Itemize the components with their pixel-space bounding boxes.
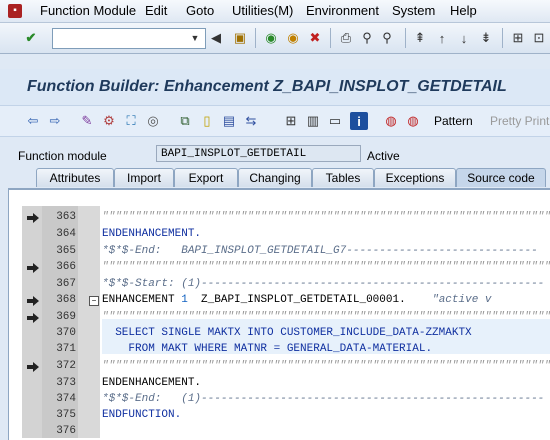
line-number: 372	[56, 360, 76, 372]
title-bar: Function Builder: Enhancement Z_BAPI_INS…	[0, 69, 550, 105]
menu-bar: ▪ Function Module Edit Goto Utilities(M)…	[0, 0, 550, 23]
last-page-icon[interactable]: ⇟	[477, 29, 495, 47]
menu-environment[interactable]: Environment	[306, 3, 379, 18]
line-number: 369	[56, 311, 76, 323]
line-number: 375	[56, 409, 76, 421]
line-number: 363	[56, 211, 76, 223]
menu-system[interactable]: System	[392, 3, 435, 18]
status-text: Active	[367, 149, 400, 163]
where-used-icon[interactable]: ⧉	[176, 112, 194, 130]
back-arrow-icon[interactable]: ◀	[207, 29, 225, 47]
shortcut-icon[interactable]: ⊡	[530, 29, 548, 47]
back-arrow-icon[interactable]: ⇦	[24, 112, 42, 130]
standard-toolbar: ✔ ▼ ◀ ▣ ◉ ◉ ✖ ⎙ ⚲ ⚲ ⇞ ↑ ↓ ⇟ ⊞ ⊡	[0, 23, 550, 54]
line-number: 364	[56, 228, 76, 240]
page-title: Function Builder: Enhancement Z_BAPI_INS…	[27, 78, 507, 95]
line-number: 367	[56, 278, 76, 290]
keyword: ENHANCEMENT	[102, 294, 175, 306]
code-line: """"""""""""""""""""""""""""""""""""""""…	[102, 261, 550, 273]
code-line: """"""""""""""""""""""""""""""""""""""""…	[102, 311, 550, 323]
application-toolbar: ⇦ ⇨ ✎ ⚙ ⛶ ◎ ⧉ ▯ ▤ ⇆ ⊞ ▥ ▭ i ◍ ◍ Pattern …	[0, 105, 550, 137]
tab-import[interactable]: Import	[114, 168, 174, 187]
tab-source-code[interactable]: Source code	[456, 168, 546, 187]
code-line: ENDFUNCTION.	[102, 409, 182, 421]
menu-function-module[interactable]: Function Module	[40, 3, 136, 18]
code-line: ENDENHANCEMENT.	[102, 377, 202, 389]
tab-exceptions[interactable]: Exceptions	[374, 168, 456, 187]
next-page-icon[interactable]: ↓	[455, 29, 473, 47]
enhancement-arrow-icon	[27, 213, 39, 223]
print-icon[interactable]: ⎙	[337, 29, 355, 47]
menu-utilities[interactable]: Utilities(M)	[232, 3, 293, 18]
tab-changing[interactable]: Changing	[238, 168, 312, 187]
code-line: ENHANCEMENT 1 Z_BAPI_INSPLOT_GETDETAIL_0…	[102, 294, 492, 306]
line-number: 370	[56, 327, 76, 339]
tab-attributes[interactable]: Attributes	[36, 168, 114, 187]
session-breakpoint-icon[interactable]: ◍	[404, 112, 422, 130]
forward-arrow-icon[interactable]: ⇨	[46, 112, 64, 130]
pretty-printer-button[interactable]: Pretty Print	[490, 114, 549, 128]
breakpoint-icon[interactable]: ◍	[382, 112, 400, 130]
first-page-icon[interactable]: ⇞	[411, 29, 429, 47]
number: 1	[181, 294, 188, 306]
code-line: *$*$-Start: (1)-------------------------…	[102, 278, 545, 290]
check-icon[interactable]: ⛶	[122, 112, 140, 130]
menu-edit[interactable]: Edit	[145, 3, 167, 18]
comment: "active v	[405, 294, 492, 306]
cancel-icon[interactable]: ✖	[306, 29, 324, 47]
navigation-icon[interactable]: ⇆	[242, 112, 260, 130]
tab-tables[interactable]: Tables	[312, 168, 374, 187]
line-number: 374	[56, 393, 76, 405]
other-object-icon[interactable]: ⚙	[100, 112, 118, 130]
line-number: 373	[56, 377, 76, 389]
line-number: 368	[56, 294, 76, 306]
code-line[interactable]: FROM MAKT WHERE MATNR = GENERAL_DATA-MAT…	[102, 343, 432, 355]
code-line[interactable]: SELECT SINGLE MAKTX INTO CUSTOMER_INCLUD…	[102, 327, 471, 339]
menu-help[interactable]: Help	[450, 3, 477, 18]
line-number: 371	[56, 343, 76, 355]
collapse-toggle[interactable]: −	[89, 296, 99, 306]
command-field[interactable]	[52, 28, 206, 49]
code-line: ENDENHANCEMENT.	[102, 228, 202, 240]
code-line: *$*$-End: BAPI_INSPLOT_GETDETAIL_G7-----…	[102, 245, 538, 257]
tab-strip: Attributes Import Export Changing Tables…	[0, 168, 550, 188]
function-module-label: Function module	[18, 149, 107, 163]
enhancement-arrow-icon	[27, 296, 39, 306]
exit-icon[interactable]: ◉	[284, 29, 302, 47]
tab-export[interactable]: Export	[174, 168, 238, 187]
create-session-icon[interactable]: ⊞	[509, 29, 527, 47]
info-icon[interactable]: i	[350, 112, 368, 130]
line-number: 366	[56, 261, 76, 273]
line-number: 365	[56, 245, 76, 257]
enhancement-arrow-icon	[27, 313, 39, 323]
function-module-field[interactable]: BAPI_INSPLOT_GETDETAIL	[156, 145, 361, 162]
find-icon[interactable]: ⚲	[358, 29, 376, 47]
object-list-icon[interactable]: ▤	[220, 112, 238, 130]
code-line: *$*$-End: (1)---------------------------…	[102, 393, 545, 405]
enhancement-arrow-icon	[27, 362, 39, 372]
screen-icon[interactable]: ▥	[304, 112, 322, 130]
find-next-icon[interactable]: ⚲	[378, 29, 396, 47]
line-number: 376	[56, 425, 76, 437]
pattern-button[interactable]: Pattern	[434, 114, 473, 128]
test-icon[interactable]: ▯	[198, 112, 216, 130]
display-change-icon[interactable]: ✎	[78, 112, 96, 130]
previous-page-icon[interactable]: ↑	[433, 29, 451, 47]
fold-marker-column	[78, 206, 100, 438]
code-line: """"""""""""""""""""""""""""""""""""""""…	[102, 211, 550, 223]
activate-icon[interactable]: ◎	[144, 112, 162, 130]
hierarchy-icon[interactable]: ⊞	[282, 112, 300, 130]
menu-goto[interactable]: Goto	[186, 3, 214, 18]
enhancement-arrow-icon	[27, 263, 39, 273]
back-icon[interactable]: ◉	[262, 29, 280, 47]
enter-icon[interactable]: ✔	[22, 29, 40, 47]
frame-icon[interactable]: ▭	[326, 112, 344, 130]
code-line: """"""""""""""""""""""""""""""""""""""""…	[102, 360, 550, 372]
save-icon[interactable]: ▣	[231, 29, 249, 47]
enhancement-name: Z_BAPI_INSPLOT_GETDETAIL_00001.	[187, 294, 406, 306]
sap-menu-icon[interactable]: ▪	[8, 4, 22, 18]
chevron-down-icon[interactable]: ▼	[188, 29, 202, 46]
